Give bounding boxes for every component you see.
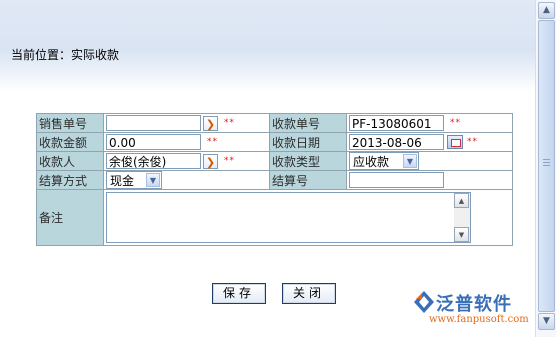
settlement-method-label: 结算方式 <box>36 170 104 190</box>
brand-logo: 泛普软件 www.fanpusoft.com <box>411 288 551 332</box>
logo-icon <box>414 291 434 313</box>
settlement-method-select[interactable]: 现金 ▼ <box>106 171 162 189</box>
payee-label: 收款人 <box>36 151 104 171</box>
arrow-right-icon[interactable]: ❯ <box>203 153 218 169</box>
receipt-type-select[interactable]: 应收款 ▼ <box>349 152 419 170</box>
logo-url: www.fanpusoft.com <box>429 314 529 325</box>
grip-line <box>543 162 550 163</box>
receipt-number-input[interactable]: PF-13080601 <box>349 115 444 131</box>
required-mark: ** <box>224 118 235 128</box>
required-mark: ** <box>207 137 218 147</box>
amount-input[interactable]: 0.00 <box>106 134 201 150</box>
breadcrumb: 当前位置：实际收款 <box>11 48 120 62</box>
form-row: 销售单号 ❯ ** 收款单号 PF-13080601 ** <box>36 113 513 133</box>
form-row: 结算方式 现金 ▼ 结算号 <box>36 170 513 190</box>
scroll-thumb[interactable] <box>538 20 555 312</box>
settlement-number-input[interactable] <box>349 172 444 188</box>
logo-name: 泛普软件 <box>436 294 512 315</box>
receipt-form: 销售单号 ❯ ** 收款单号 PF-13080601 ** 收款金额 0.00 ** … <box>36 113 513 246</box>
required-mark: ** <box>450 118 461 128</box>
grip-line <box>543 159 550 160</box>
scroll-up-icon[interactable]: ▲ <box>454 193 469 208</box>
form-row: 备注 ▲ ▼ <box>36 189 513 246</box>
chevron-down-icon[interactable]: ▼ <box>403 154 417 168</box>
arrow-right-icon[interactable]: ❯ <box>203 115 218 131</box>
grip-line <box>543 165 550 166</box>
vertical-scrollbar[interactable]: ▲ ▼ <box>535 0 556 337</box>
required-mark: ** <box>224 156 235 166</box>
remarks-textarea[interactable]: ▲ ▼ <box>106 192 471 243</box>
form-row: 收款人 余俊(余俊) ❯ ** 收款类型 应收款 ▼ <box>36 151 513 171</box>
receipt-number-label: 收款单号 <box>269 113 347 133</box>
settlement-number-label: 结算号 <box>269 170 347 190</box>
sales-order-input[interactable] <box>106 115 201 131</box>
close-button[interactable]: 关闭 <box>282 283 337 304</box>
chevron-down-icon[interactable]: ▼ <box>146 173 160 187</box>
remarks-label: 备注 <box>36 189 104 246</box>
form-row: 收款金额 0.00 ** 收款日期 2013-08-06 ** <box>36 132 513 152</box>
required-mark: ** <box>467 137 478 147</box>
receipt-date-input[interactable]: 2013-08-06 <box>349 134 444 150</box>
amount-label: 收款金额 <box>36 132 104 152</box>
scroll-down-icon[interactable]: ▼ <box>454 227 469 242</box>
save-button[interactable]: 保存 <box>212 283 267 304</box>
sales-order-label: 销售单号 <box>36 113 104 133</box>
receipt-date-label: 收款日期 <box>269 132 347 152</box>
receipt-type-label: 收款类型 <box>269 151 347 171</box>
textarea-scrollbar[interactable]: ▲ ▼ <box>454 193 470 242</box>
scroll-up-button[interactable]: ▲ <box>538 2 555 19</box>
calendar-icon[interactable] <box>447 135 463 149</box>
payee-input[interactable]: 余俊(余俊) <box>106 153 201 169</box>
